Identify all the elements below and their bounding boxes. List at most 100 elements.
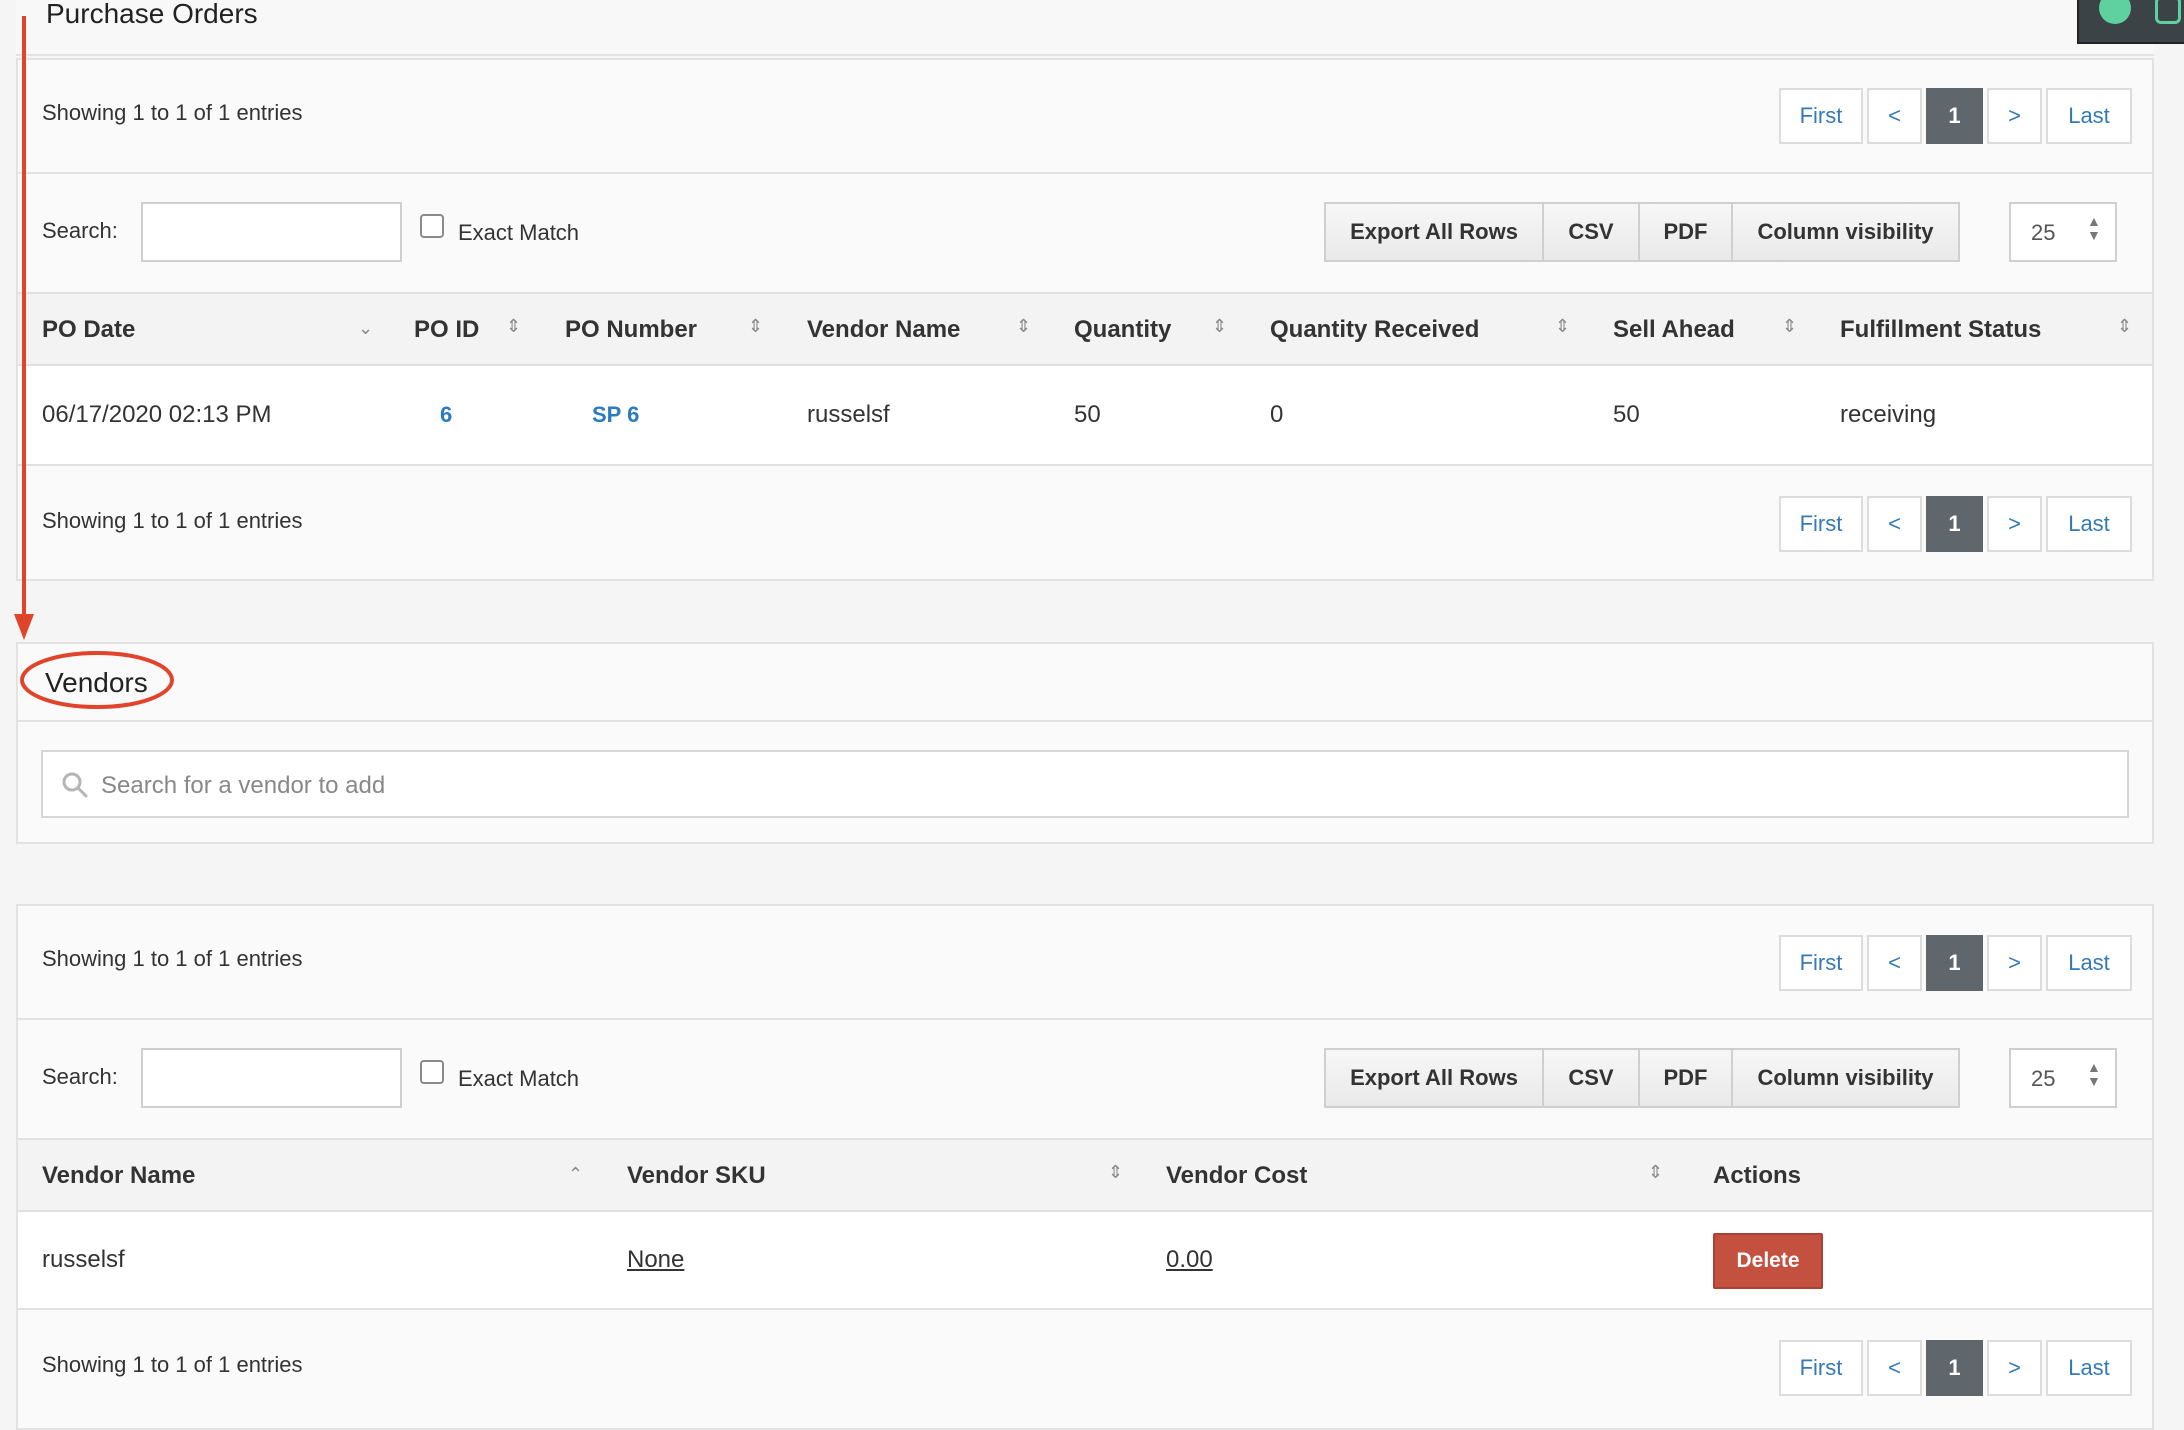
col-vendor-name[interactable]: Vendor Name — [807, 294, 960, 366]
updown-icon: ▲ ▼ — [2087, 213, 2101, 243]
po-search-label: Search: — [42, 218, 118, 243]
vendors-search-label: Search: — [42, 1064, 118, 1089]
divider — [18, 172, 2152, 174]
vendor-search-input[interactable]: Search for a vendor to add — [41, 750, 2129, 818]
pager-first-button[interactable]: First — [1779, 88, 1863, 144]
pager-next-button[interactable]: > — [1987, 88, 2042, 144]
col-quantity-received[interactable]: Quantity Received — [1270, 294, 1479, 366]
col-quantity[interactable]: Quantity — [1074, 294, 1171, 366]
csv-button[interactable]: CSV — [1542, 202, 1640, 262]
app-icon — [2155, 0, 2181, 24]
chevron-up-icon: ⌃ — [568, 1164, 584, 1184]
po-exact-match-checkbox[interactable] — [420, 214, 444, 238]
sort-icon: ⇕ — [1016, 316, 1032, 336]
col-po-number[interactable]: PO Number — [565, 294, 697, 366]
sort-icon: ⇕ — [1782, 316, 1798, 336]
po-page-length-select[interactable]: 25 ▲ ▼ — [2009, 202, 2117, 262]
export-all-rows-button[interactable]: Export All Rows — [1324, 202, 1544, 262]
pager-current-page[interactable]: 1 — [1926, 88, 1983, 144]
cell-po-date: 06/17/2020 02:13 PM — [42, 401, 272, 428]
purchase-orders-title: Purchase Orders — [46, 0, 258, 29]
col-actions: Actions — [1713, 1162, 1802, 1189]
pdf-button[interactable]: PDF — [1638, 202, 1733, 262]
vendors-info-top: Showing 1 to 1 of 1 entries — [42, 946, 303, 971]
updown-icon: ▲ ▼ — [2087, 1059, 2101, 1089]
col-sell-ahead[interactable]: Sell Ahead — [1613, 294, 1735, 366]
csv-button[interactable]: CSV — [1542, 1048, 1640, 1108]
vendors-title: Vendors — [45, 667, 148, 698]
pager-current-page[interactable]: 1 — [1926, 496, 1983, 552]
vendors-search-input[interactable] — [141, 1048, 402, 1108]
col-vendor-name[interactable]: Vendor Name — [42, 1140, 195, 1212]
vendors-pager-top: First < 1 > Last — [1779, 935, 2132, 991]
col-po-date[interactable]: PO Date — [42, 294, 135, 366]
vendors-pager-bottom: First < 1 > Last — [1779, 1340, 2132, 1396]
pager-last-button[interactable]: Last — [2046, 496, 2132, 552]
col-po-id[interactable]: PO ID — [414, 294, 479, 366]
col-fulfillment-status[interactable]: Fulfillment Status — [1840, 294, 2041, 366]
column-visibility-button[interactable]: Column visibility — [1731, 1048, 1960, 1108]
sort-icon: ⇕ — [748, 316, 764, 336]
cell-vendor-name: russelsf — [807, 401, 890, 428]
sort-icon: ⇕ — [1648, 1162, 1664, 1182]
cell-sell-ahead: 50 — [1613, 401, 1640, 428]
po-pager-top: First < 1 > Last — [1779, 88, 2132, 144]
vendor-cost-editable[interactable]: 0.00 — [1166, 1246, 1213, 1274]
table-row: russelsf None 0.00 Delete — [18, 1212, 2152, 1310]
vendors-table-header: Vendor Name ⌃ Vendor SKU ⇕ Vendor Cost ⇕… — [18, 1138, 2152, 1212]
delete-button[interactable]: Delete — [1713, 1233, 1823, 1289]
column-visibility-button[interactable]: Column visibility — [1731, 202, 1960, 262]
po-number-link[interactable]: SP 6 — [592, 402, 639, 428]
vendors-export-buttons: Export All Rows CSV PDF Column visibilit… — [1324, 1048, 1960, 1108]
po-table-header: PO Date ⌄ PO ID ⇕ PO Number ⇕ Vendor Nam… — [18, 292, 2152, 366]
pager-prev-button[interactable]: < — [1867, 88, 1922, 144]
po-info-top: Showing 1 to 1 of 1 entries — [42, 100, 303, 125]
col-vendor-sku[interactable]: Vendor SKU — [627, 1140, 766, 1212]
chevron-down-icon: ⌄ — [358, 318, 374, 338]
search-icon — [62, 772, 88, 798]
vendor-search-placeholder: Search for a vendor to add — [101, 772, 386, 799]
pager-next-button[interactable]: > — [1987, 935, 2042, 991]
pager-current-page[interactable]: 1 — [1926, 935, 1983, 991]
export-all-rows-button[interactable]: Export All Rows — [1324, 1048, 1544, 1108]
annotation-arrow-head — [14, 614, 34, 640]
po-export-buttons: Export All Rows CSV PDF Column visibilit… — [1324, 202, 1960, 262]
vendors-exact-match-label: Exact Match — [458, 1066, 580, 1091]
po-exact-match-label: Exact Match — [458, 220, 580, 245]
pager-first-button[interactable]: First — [1779, 1340, 1863, 1396]
page-length-value: 25 — [2031, 220, 2056, 245]
pager-last-button[interactable]: Last — [2046, 935, 2132, 991]
page-length-value: 25 — [2031, 1066, 2056, 1091]
sort-icon: ⇕ — [1108, 1162, 1124, 1182]
pager-prev-button[interactable]: < — [1867, 1340, 1922, 1396]
cell-vendor-name: russelsf — [42, 1246, 125, 1273]
vendors-exact-match-checkbox[interactable] — [420, 1060, 444, 1084]
cell-quantity-received: 0 — [1270, 401, 1284, 428]
pager-last-button[interactable]: Last — [2046, 1340, 2132, 1396]
purchase-orders-header — [16, 0, 2154, 56]
pager-next-button[interactable]: > — [1987, 1340, 2042, 1396]
po-id-link[interactable]: 6 — [440, 402, 452, 428]
pager-current-page[interactable]: 1 — [1926, 1340, 1983, 1396]
col-vendor-cost[interactable]: Vendor Cost — [1166, 1140, 1307, 1212]
pager-first-button[interactable]: First — [1779, 496, 1863, 552]
sort-icon: ⇕ — [1212, 316, 1228, 336]
pdf-button[interactable]: PDF — [1638, 1048, 1733, 1108]
pager-last-button[interactable]: Last — [2046, 88, 2132, 144]
sort-icon: ⇕ — [1555, 316, 1571, 336]
pager-first-button[interactable]: First — [1779, 935, 1863, 991]
sort-icon: ⇕ — [506, 316, 522, 336]
pager-prev-button[interactable]: < — [1867, 496, 1922, 552]
vendors-header — [16, 642, 2154, 722]
po-search-input[interactable] — [141, 202, 402, 262]
po-info-bottom: Showing 1 to 1 of 1 entries — [42, 508, 303, 533]
pager-next-button[interactable]: > — [1987, 496, 2042, 552]
cell-quantity: 50 — [1074, 401, 1101, 428]
app-window-corner — [2077, 0, 2184, 44]
divider — [18, 1018, 2152, 1020]
vendor-sku-editable[interactable]: None — [627, 1246, 684, 1274]
cell-fulfillment-status: receiving — [1840, 401, 1937, 428]
vendors-page-length-select[interactable]: 25 ▲ ▼ — [2009, 1048, 2117, 1108]
table-row: 06/17/2020 02:13 PM 6 SP 6 russelsf 50 0… — [18, 366, 2152, 466]
pager-prev-button[interactable]: < — [1867, 935, 1922, 991]
